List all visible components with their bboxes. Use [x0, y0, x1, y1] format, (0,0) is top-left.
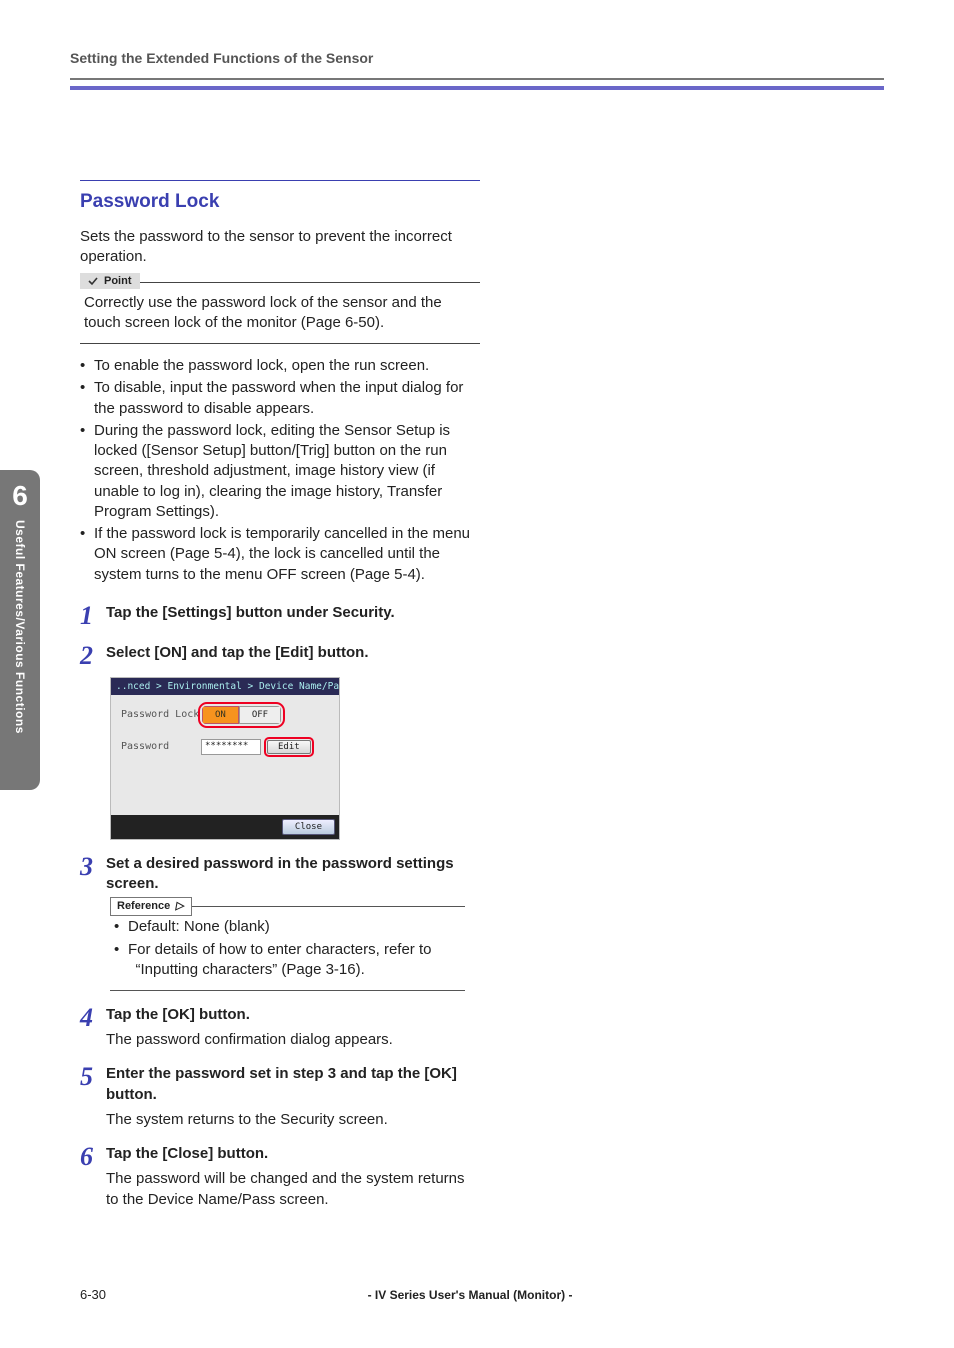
step-text: The system returns to the Security scree… [106, 1109, 480, 1130]
step-text: The password confirmation dialog appears… [106, 1029, 480, 1050]
step-title: Tap the [Close] button. [106, 1144, 480, 1164]
reference-label-text: Reference [117, 899, 170, 914]
header-rule [70, 78, 884, 80]
onoff-toggle-highlight: ON OFF [201, 705, 282, 725]
list-item: •To disable, input the password when the… [80, 378, 480, 419]
device-footer: Close [111, 815, 339, 839]
step-number: 5 [80, 1064, 106, 1090]
list-item: •If the password lock is temporarily can… [80, 524, 480, 585]
toggle-off[interactable]: OFF [239, 706, 281, 724]
page: Setting the Extended Functions of the Se… [0, 0, 954, 1348]
step-title: Enter the password set in step 3 and tap… [106, 1064, 480, 1105]
bullet-list: •To enable the password lock, open the r… [80, 356, 480, 585]
reference-callout: Reference ▷ •Default: None (blank) • For… [110, 906, 465, 991]
point-label-text: Point [104, 274, 132, 289]
step-title: Tap the [OK] button. [106, 1005, 480, 1025]
list-item: •To enable the password lock, open the r… [80, 356, 480, 376]
list-item: •During the password lock, editing the S… [80, 421, 480, 522]
step-number: 2 [80, 643, 106, 669]
reference-item: • For details of how to enter characters… [114, 940, 461, 981]
point-label: Point [80, 273, 140, 290]
password-lock-label: Password Lock [121, 709, 201, 720]
section-intro: Sets the password to the sensor to preve… [80, 227, 480, 268]
step-number: 3 [80, 854, 106, 880]
onoff-toggle[interactable]: ON OFF [202, 706, 281, 724]
point-callout: Point Correctly use the password lock of… [80, 282, 480, 345]
content-column: Password Lock Sets the password to the s… [80, 180, 480, 1210]
password-field[interactable]: ******** [201, 739, 261, 755]
step-text: The password will be changed and the sys… [106, 1168, 480, 1210]
section-title: Password Lock [80, 180, 480, 213]
row-password-lock: Password Lock ON OFF [121, 705, 329, 725]
step-4: 4 Tap the [OK] button. The password conf… [80, 1005, 480, 1050]
toggle-on[interactable]: ON [202, 706, 239, 724]
step-title: Tap the [Settings] button under Security… [106, 603, 480, 623]
check-icon [88, 276, 98, 286]
device-panel: Password Lock ON OFF Password ******** E… [111, 695, 339, 815]
reference-item: •Default: None (blank) [114, 917, 461, 937]
step-6: 6 Tap the [Close] button. The password w… [80, 1144, 480, 1210]
step-number: 6 [80, 1144, 106, 1170]
edit-button[interactable]: Edit [267, 740, 311, 754]
step-number: 4 [80, 1005, 106, 1031]
page-footer: 6-30 - IV Series User's Manual (Monitor)… [80, 1287, 874, 1302]
close-button[interactable]: Close [282, 819, 335, 835]
step-2: 2 Select [ON] and tap the [Edit] button. [80, 643, 480, 669]
point-text: Correctly use the password lock of the s… [84, 294, 442, 331]
step-1: 1 Tap the [Settings] button under Securi… [80, 603, 480, 629]
chapter-tab: 6 Useful Features/Various Functions [0, 470, 40, 790]
step-title: Select [ON] and tap the [Edit] button. [106, 643, 480, 663]
manual-title: - IV Series User's Manual (Monitor) - [106, 1288, 834, 1302]
row-password: Password ******** Edit [121, 739, 329, 755]
password-label: Password [121, 741, 201, 752]
page-number: 6-30 [80, 1287, 106, 1302]
reference-label: Reference ▷ [110, 897, 192, 916]
step-5: 5 Enter the password set in step 3 and t… [80, 1064, 480, 1130]
step-title: Set a desired password in the password s… [106, 854, 480, 895]
chapter-title: Useful Features/Various Functions [13, 520, 27, 780]
breadcrumb: ..nced > Environmental > Device Name/Pas… [111, 678, 339, 695]
device-screenshot: ..nced > Environmental > Device Name/Pas… [110, 677, 340, 840]
header-accent [70, 86, 884, 90]
step-3: 3 Set a desired password in the password… [80, 854, 480, 895]
step-number: 1 [80, 603, 106, 629]
page-flip-icon: ▷ [175, 899, 186, 914]
running-head: Setting the Extended Functions of the Se… [70, 50, 884, 72]
chapter-number: 6 [4, 480, 36, 512]
